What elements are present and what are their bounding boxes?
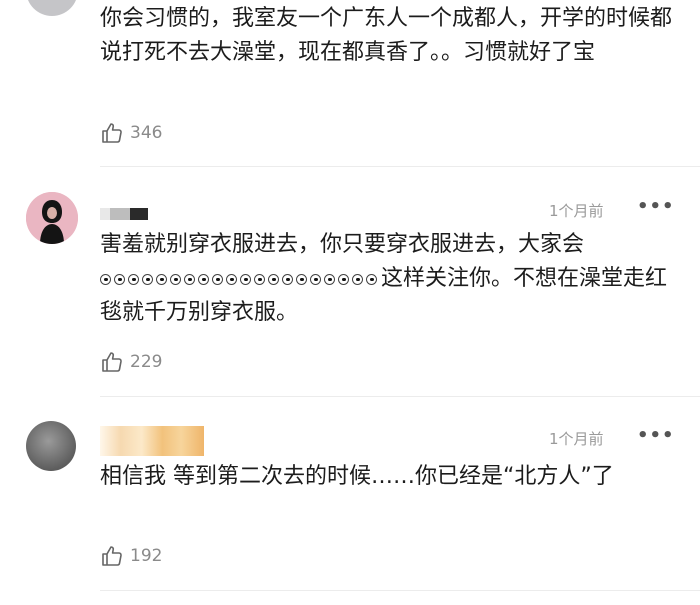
eye-icon bbox=[240, 273, 251, 285]
eye-icon bbox=[366, 273, 377, 285]
eye-icon bbox=[282, 273, 293, 285]
eye-icon bbox=[142, 273, 153, 285]
like-count: 192 bbox=[130, 546, 163, 566]
comment-text: 害羞就别穿衣服进去，你只要穿衣服进去，大家会 这样关注你。不想在澡堂走红毯就千万… bbox=[100, 228, 675, 330]
eye-icon bbox=[170, 273, 181, 285]
avatar[interactable] bbox=[26, 192, 78, 244]
comment-text: 相信我 等到第二次去的时候……你已经是“北方人”了 bbox=[100, 464, 614, 489]
username-blurred[interactable] bbox=[100, 204, 150, 226]
eye-icon bbox=[114, 273, 125, 285]
eye-icon bbox=[198, 273, 209, 285]
thumbs-up-icon bbox=[100, 544, 124, 568]
thumbs-up-icon bbox=[100, 121, 124, 145]
eyes-emoji-row bbox=[100, 273, 377, 285]
timestamp: 1个月前 bbox=[549, 202, 604, 220]
eye-icon bbox=[184, 273, 195, 285]
eye-icon bbox=[310, 273, 321, 285]
timestamp: 1个月前 bbox=[549, 430, 604, 448]
avatar[interactable] bbox=[26, 421, 76, 471]
comment-text: 你会习惯的，我室友一个广东人一个成都人，开学的时候都说打死不去大澡堂，现在都真香… bbox=[100, 6, 673, 65]
like-button[interactable]: 192 bbox=[100, 544, 162, 568]
eye-icon bbox=[226, 273, 237, 285]
like-button[interactable]: 346 bbox=[100, 121, 162, 145]
avatar[interactable] bbox=[26, 0, 78, 16]
username-blurred[interactable] bbox=[100, 426, 204, 456]
comment-1: 你会习惯的，我室友一个广东人一个成都人，开学的时候都说打死不去大澡堂，现在都真香… bbox=[0, 0, 700, 165]
eye-icon bbox=[268, 273, 279, 285]
comment-3: 1个月前 ••• 相信我 等到第二次去的时候……你已经是“北方人”了 192 bbox=[0, 398, 700, 605]
divider bbox=[100, 166, 700, 167]
eye-icon bbox=[296, 273, 307, 285]
like-count: 346 bbox=[130, 123, 163, 143]
divider bbox=[100, 590, 700, 591]
eye-icon bbox=[338, 273, 349, 285]
eye-icon bbox=[352, 273, 363, 285]
thumbs-up-icon bbox=[100, 350, 124, 374]
more-icon[interactable]: ••• bbox=[637, 198, 675, 216]
more-icon[interactable]: ••• bbox=[637, 427, 675, 445]
eye-icon bbox=[100, 273, 111, 285]
eye-icon bbox=[128, 273, 139, 285]
like-count: 229 bbox=[130, 352, 163, 372]
comment-text-part1: 害羞就别穿衣服进去，你只要穿衣服进去，大家会 bbox=[100, 232, 585, 257]
eye-icon bbox=[156, 273, 167, 285]
comment-2: 1个月前 ••• 害羞就别穿衣服进去，你只要穿衣服进去，大家会 这样关注你。不想… bbox=[0, 168, 700, 393]
eye-icon bbox=[324, 273, 335, 285]
eye-icon bbox=[212, 273, 223, 285]
avatar-image bbox=[26, 192, 78, 244]
divider bbox=[100, 396, 700, 397]
like-button[interactable]: 229 bbox=[100, 350, 162, 374]
eye-icon bbox=[254, 273, 265, 285]
